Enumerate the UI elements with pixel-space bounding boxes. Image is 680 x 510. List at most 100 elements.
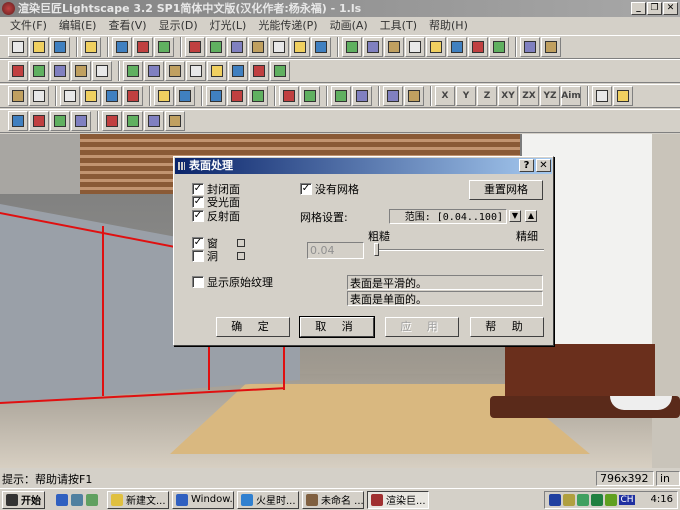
- add-button[interactable]: [331, 86, 351, 106]
- menu-item[interactable]: 显示(D): [153, 17, 204, 34]
- layers-button[interactable]: [102, 111, 122, 131]
- render-button[interactable]: [270, 61, 290, 81]
- cube-button[interactable]: [269, 37, 289, 57]
- checkbox-洞[interactable]: 洞: [192, 248, 245, 264]
- open-button[interactable]: [29, 37, 49, 57]
- zoom-extents-button[interactable]: [541, 37, 561, 57]
- axis-aim-button[interactable]: Aim: [561, 86, 581, 106]
- close-button[interactable]: ✕: [663, 2, 678, 15]
- checkbox-box[interactable]: ✓: [300, 183, 312, 195]
- green-cube-button[interactable]: [71, 61, 91, 81]
- green-cube2-button[interactable]: [92, 61, 112, 81]
- restore-button[interactable]: ❐: [647, 2, 662, 15]
- checkbox-box[interactable]: ✓: [192, 196, 204, 208]
- tray-app-icon[interactable]: [577, 493, 590, 506]
- layers2-button[interactable]: [144, 111, 164, 131]
- sel2-button[interactable]: [81, 86, 101, 106]
- mesh-slider-thumb[interactable]: [374, 243, 379, 256]
- task-button[interactable]: 新建文...: [107, 490, 169, 509]
- cube-button[interactable]: [248, 37, 268, 57]
- network-icon[interactable]: [549, 493, 562, 506]
- mesh-slider-track[interactable]: [374, 249, 544, 251]
- rotate-button[interactable]: [489, 37, 509, 57]
- checkbox-box[interactable]: [192, 250, 204, 262]
- pointer-button[interactable]: [8, 86, 28, 106]
- desktop-icon[interactable]: [71, 493, 83, 506]
- zoom-window-button[interactable]: [520, 37, 540, 57]
- minimize-button[interactable]: _: [631, 2, 646, 15]
- save-button[interactable]: [50, 37, 70, 57]
- arrow-button[interactable]: [206, 86, 226, 106]
- edit-button[interactable]: [352, 86, 372, 106]
- orbit-button[interactable]: [384, 37, 404, 57]
- sel3-button[interactable]: [102, 86, 122, 106]
- cube-button[interactable]: [206, 37, 226, 57]
- run-button[interactable]: [29, 111, 49, 131]
- camera3-button[interactable]: [165, 61, 185, 81]
- notepad-icon[interactable]: [86, 493, 98, 506]
- move-button[interactable]: [383, 86, 403, 106]
- pen-button[interactable]: [71, 111, 91, 131]
- globe-button[interactable]: [228, 61, 248, 81]
- volume-icon[interactable]: [563, 493, 576, 506]
- axis-x-button[interactable]: X: [435, 86, 455, 106]
- solid-button[interactable]: [29, 61, 49, 81]
- undo-button[interactable]: [81, 37, 101, 57]
- menu-item[interactable]: 编辑(E): [53, 17, 103, 34]
- spin-down-button[interactable]: ▼: [509, 210, 521, 222]
- menu-item[interactable]: 灯光(L): [204, 17, 253, 34]
- apply-button[interactable]: 应 用: [385, 317, 459, 337]
- page-button[interactable]: [154, 86, 174, 106]
- wireframe-button[interactable]: [8, 61, 28, 81]
- help-dialog-button[interactable]: 帮 助: [470, 317, 544, 337]
- spin-up-button[interactable]: ▲: [525, 210, 537, 222]
- texture-button[interactable]: [249, 61, 269, 81]
- checkbox-box[interactable]: ✓: [192, 210, 204, 222]
- line-button[interactable]: [186, 61, 206, 81]
- task-button[interactable]: Window...: [172, 490, 234, 509]
- menu-item[interactable]: 帮助(H): [423, 17, 474, 34]
- help-button[interactable]: ?: [519, 159, 534, 172]
- page2-button[interactable]: [175, 86, 195, 106]
- sel1-button[interactable]: [60, 86, 80, 106]
- select-button[interactable]: [185, 37, 205, 57]
- checkbox-反射面[interactable]: ✓ 反射面: [192, 208, 240, 224]
- landscape-button[interactable]: [468, 37, 488, 57]
- menu-item[interactable]: 文件(F): [4, 17, 53, 34]
- task-button[interactable]: 未命名 ...: [302, 490, 364, 509]
- close-button[interactable]: ✕: [536, 159, 551, 172]
- reset-mesh-button[interactable]: 重置网格: [469, 180, 543, 200]
- axis-yz-button[interactable]: YZ: [540, 86, 560, 106]
- light-button[interactable]: [207, 61, 227, 81]
- axis-y-button[interactable]: Y: [456, 86, 476, 106]
- ok-button[interactable]: 确 定: [216, 317, 290, 337]
- sel4-button[interactable]: [123, 86, 143, 106]
- eye-button[interactable]: [363, 37, 383, 57]
- checkbox-显示原始纹理[interactable]: 显示原始纹理: [192, 274, 273, 290]
- zoom-in-button[interactable]: [405, 37, 425, 57]
- checkbox-box[interactable]: [192, 276, 204, 288]
- filter-button[interactable]: [300, 86, 320, 106]
- undo-curve-button[interactable]: [165, 111, 185, 131]
- cube-button[interactable]: [227, 37, 247, 57]
- tray-app2-icon[interactable]: [591, 493, 604, 506]
- checkbox-没有网格[interactable]: ✓ 没有网格: [300, 181, 359, 197]
- select-group-button[interactable]: [29, 86, 49, 106]
- menu-item[interactable]: 光能传递(P): [252, 17, 323, 34]
- camera2-button[interactable]: [144, 61, 164, 81]
- ime-indicator[interactable]: CH: [619, 494, 635, 505]
- layer-button[interactable]: [279, 86, 299, 106]
- cube-button[interactable]: [311, 37, 331, 57]
- system-menu-icon[interactable]: [178, 162, 185, 170]
- arrow3-button[interactable]: [248, 86, 268, 106]
- pencil-button[interactable]: [613, 86, 633, 106]
- zoom-tool-button[interactable]: [342, 37, 362, 57]
- axis-z-button[interactable]: Z: [477, 86, 497, 106]
- shaded-button[interactable]: [50, 61, 70, 81]
- globe-green-button[interactable]: [123, 111, 143, 131]
- cube-button[interactable]: [290, 37, 310, 57]
- figure-button[interactable]: [50, 111, 70, 131]
- eraser-button[interactable]: [592, 86, 612, 106]
- axis-xy-button[interactable]: XY: [498, 86, 518, 106]
- menu-item[interactable]: 查看(V): [102, 17, 152, 34]
